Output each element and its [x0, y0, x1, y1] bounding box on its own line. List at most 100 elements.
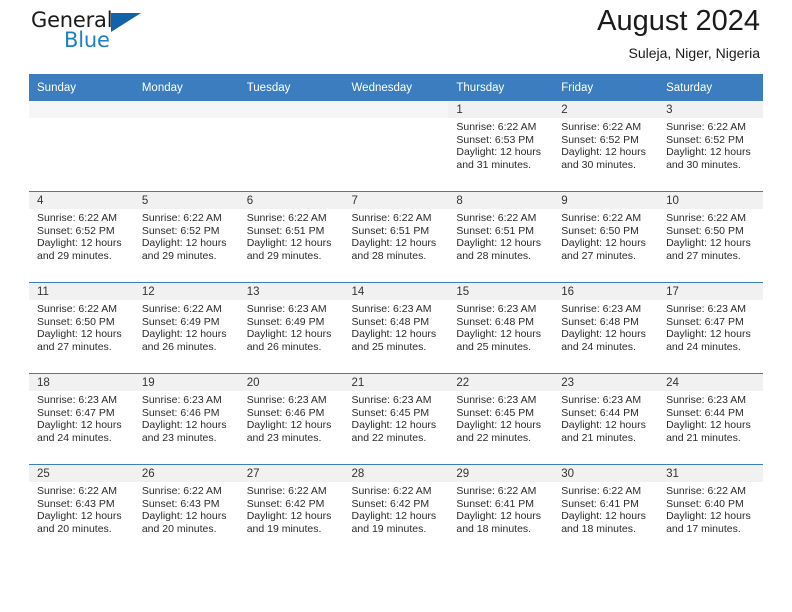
day-number: 22: [448, 374, 554, 391]
day-sun-info: Sunrise: 6:22 AM Sunset: 6:52 PM Daylight:…: [29, 209, 134, 262]
calendar-day-cell[interactable]: 17 Sunrise: 6:23 AM Sunset: 6:47 PM Dayligh…: [658, 283, 763, 373]
calendar-day-cell[interactable]: 13 Sunrise: 6:23 AM Sunset: 6:49 PM Dayligh…: [238, 283, 344, 373]
daylight-text: Daylight: 12 hours and 24 minutes.: [666, 328, 751, 353]
day-sun-info: Sunrise: 6:22 AM Sunset: 6:50 PM Daylight:…: [553, 209, 658, 262]
day-sun-info: Sunrise: 6:22 AM Sunset: 6:50 PM Daylight:…: [29, 300, 134, 353]
calendar-day-cell[interactable]: 3 Sunrise: 6:22 AM Sunset: 6:52 PM Daylight…: [658, 101, 763, 191]
day-cell-inner: 22 Sunrise: 6:23 AM Sunset: 6:45 PM Dayligh…: [448, 374, 554, 463]
daylight-text: Daylight: 12 hours and 17 minutes.: [666, 510, 751, 535]
calendar-day-cell[interactable]: 18 Sunrise: 6:23 AM Sunset: 6:47 PM Dayligh…: [29, 374, 134, 464]
day-sun-info: Sunrise: 6:22 AM Sunset: 6:40 PM Daylight:…: [658, 482, 763, 535]
day-sun-info: Sunrise: 6:23 AM Sunset: 6:47 PM Daylight:…: [658, 300, 763, 353]
calendar-week-row: 1 Sunrise: 6:22 AM Sunset: 6:53 PM Daylight…: [29, 101, 763, 191]
calendar-day-cell[interactable]: 15 Sunrise: 6:23 AM Sunset: 6:48 PM Dayligh…: [448, 283, 554, 373]
sunset-text: Sunset: 6:48 PM: [351, 315, 430, 328]
calendar-day-cell[interactable]: 16 Sunrise: 6:23 AM Sunset: 6:48 PM Dayligh…: [553, 283, 659, 373]
day-sun-info: Sunrise: 6:23 AM Sunset: 6:44 PM Daylight:…: [553, 391, 658, 444]
daylight-text: Daylight: 12 hours and 19 minutes.: [351, 510, 437, 535]
title-block: August 2024 Suleja, Niger, Nigeria: [597, 2, 763, 63]
calendar-day-cell[interactable]: 26 Sunrise: 6:22 AM Sunset: 6:43 PM Dayligh…: [133, 465, 239, 555]
calendar-day-cell[interactable]: 20 Sunrise: 6:23 AM Sunset: 6:46 PM Dayligh…: [238, 374, 344, 464]
day-sun-info: Sunrise: 6:22 AM Sunset: 6:41 PM Daylight:…: [553, 482, 658, 535]
day-cell-inner: 4 Sunrise: 6:22 AM Sunset: 6:52 PM Daylight…: [29, 192, 134, 281]
day-number: 13: [238, 283, 344, 300]
sunrise-text: Sunrise: 6:22 AM: [666, 212, 747, 224]
daylight-text: Daylight: 12 hours and 19 minutes.: [246, 510, 332, 535]
sunset-text: Sunset: 6:50 PM: [666, 224, 744, 237]
day-cell-inner: 7 Sunrise: 6:22 AM Sunset: 6:51 PM Daylight…: [343, 192, 449, 281]
sunrise-text: Sunrise: 6:22 AM: [141, 212, 222, 224]
day-number: 31: [658, 465, 763, 482]
sunset-text: Sunset: 6:44 PM: [561, 406, 639, 419]
sunrise-text: Sunrise: 6:22 AM: [666, 485, 747, 497]
calendar-day-cell[interactable]: 4 Sunrise: 6:22 AM Sunset: 6:52 PM Daylight…: [29, 192, 134, 282]
sunset-text: Sunset: 6:42 PM: [351, 497, 430, 510]
calendar-day-cell[interactable]: 14 Sunrise: 6:23 AM Sunset: 6:48 PM Dayligh…: [343, 283, 449, 373]
calendar-day-cell[interactable]: 12 Sunrise: 6:22 AM Sunset: 6:49 PM Dayligh…: [133, 283, 239, 373]
sunset-text: Sunset: 6:53 PM: [456, 133, 535, 146]
sunrise-text: Sunrise: 6:23 AM: [246, 303, 327, 315]
sunrise-text: Sunrise: 6:22 AM: [37, 212, 117, 224]
sunset-text: Sunset: 6:43 PM: [141, 497, 220, 510]
weekday-header-thursday: Thursday: [448, 74, 554, 101]
sunrise-text: Sunrise: 6:22 AM: [561, 212, 642, 224]
day-sun-info: Sunrise: 6:23 AM Sunset: 6:44 PM Daylight:…: [658, 391, 763, 444]
day-number: 21: [343, 374, 449, 391]
calendar-day-cell[interactable]: 21 Sunrise: 6:23 AM Sunset: 6:45 PM Dayligh…: [343, 374, 449, 464]
daylight-text: Daylight: 12 hours and 29 minutes.: [37, 237, 122, 262]
calendar-day-cell[interactable]: 10 Sunrise: 6:22 AM Sunset: 6:50 PM Dayligh…: [658, 192, 763, 282]
day-sun-info: Sunrise: 6:22 AM Sunset: 6:52 PM Daylight:…: [553, 118, 658, 171]
daylight-text: Daylight: 12 hours and 27 minutes.: [561, 237, 646, 262]
day-number: 3: [658, 101, 763, 118]
daylight-text: Daylight: 12 hours and 21 minutes.: [561, 419, 646, 444]
day-cell-inner: 1 Sunrise: 6:22 AM Sunset: 6:53 PM Daylight…: [448, 101, 554, 190]
calendar-day-cell[interactable]: 2 Sunrise: 6:22 AM Sunset: 6:52 PM Daylight…: [553, 101, 659, 191]
calendar-day-cell: [343, 101, 449, 191]
calendar-day-cell[interactable]: 23 Sunrise: 6:23 AM Sunset: 6:44 PM Dayligh…: [553, 374, 659, 464]
calendar-day-cell[interactable]: 7 Sunrise: 6:22 AM Sunset: 6:51 PM Daylight…: [343, 192, 449, 282]
calendar-day-cell[interactable]: 27 Sunrise: 6:22 AM Sunset: 6:42 PM Dayligh…: [238, 465, 344, 555]
day-cell-inner: [238, 101, 344, 190]
calendar-day-cell[interactable]: 5 Sunrise: 6:22 AM Sunset: 6:52 PM Daylight…: [133, 192, 239, 282]
calendar-day-cell[interactable]: 11 Sunrise: 6:22 AM Sunset: 6:50 PM Dayligh…: [29, 283, 134, 373]
day-cell-inner: 26 Sunrise: 6:22 AM Sunset: 6:43 PM Dayligh…: [133, 465, 239, 554]
sunset-text: Sunset: 6:48 PM: [561, 315, 639, 328]
location-subtitle: Suleja, Niger, Nigeria: [628, 45, 760, 61]
calendar-day-cell[interactable]: 19 Sunrise: 6:23 AM Sunset: 6:46 PM Dayligh…: [133, 374, 239, 464]
sunrise-text: Sunrise: 6:22 AM: [456, 121, 537, 133]
sunrise-text: Sunrise: 6:22 AM: [666, 121, 747, 133]
day-sun-info: Sunrise: 6:22 AM Sunset: 6:51 PM Daylight:…: [239, 209, 344, 262]
day-number: 27: [238, 465, 344, 482]
daylight-text: Daylight: 12 hours and 18 minutes.: [561, 510, 646, 535]
calendar-day-cell[interactable]: 6 Sunrise: 6:22 AM Sunset: 6:51 PM Daylight…: [238, 192, 344, 282]
daylight-text: Daylight: 12 hours and 24 minutes.: [37, 419, 122, 444]
day-sun-info: Sunrise: 6:22 AM Sunset: 6:41 PM Daylight:…: [448, 482, 553, 535]
sunset-text: Sunset: 6:51 PM: [246, 224, 325, 237]
sunrise-text: Sunrise: 6:23 AM: [456, 303, 537, 315]
sunrise-text: Sunrise: 6:23 AM: [141, 394, 222, 406]
calendar-day-cell[interactable]: 1 Sunrise: 6:22 AM Sunset: 6:53 PM Daylight…: [448, 101, 554, 191]
day-cell-inner: [343, 101, 449, 190]
day-number: 12: [133, 283, 239, 300]
general-blue-logo[interactable]: General Blue: [31, 8, 151, 64]
calendar-day-cell[interactable]: 29 Sunrise: 6:22 AM Sunset: 6:41 PM Dayligh…: [448, 465, 554, 555]
calendar-day-cell[interactable]: 8 Sunrise: 6:22 AM Sunset: 6:51 PM Daylight…: [448, 192, 554, 282]
calendar-day-cell[interactable]: 31 Sunrise: 6:22 AM Sunset: 6:40 PM Dayligh…: [658, 465, 763, 555]
day-cell-inner: 27 Sunrise: 6:22 AM Sunset: 6:42 PM Dayligh…: [238, 465, 344, 554]
calendar-day-cell[interactable]: 25 Sunrise: 6:22 AM Sunset: 6:43 PM Dayligh…: [29, 465, 134, 555]
calendar-day-cell[interactable]: 24 Sunrise: 6:23 AM Sunset: 6:44 PM Dayligh…: [658, 374, 763, 464]
calendar-day-cell[interactable]: 22 Sunrise: 6:23 AM Sunset: 6:45 PM Dayligh…: [448, 374, 554, 464]
calendar-day-cell[interactable]: 28 Sunrise: 6:22 AM Sunset: 6:42 PM Dayligh…: [343, 465, 449, 555]
sunset-text: Sunset: 6:51 PM: [351, 224, 430, 237]
sunrise-text: Sunrise: 6:22 AM: [246, 485, 327, 497]
calendar-day-cell[interactable]: 30 Sunrise: 6:22 AM Sunset: 6:41 PM Dayligh…: [553, 465, 659, 555]
calendar-day-cell[interactable]: 9 Sunrise: 6:22 AM Sunset: 6:50 PM Daylight…: [553, 192, 659, 282]
day-sun-info: Sunrise: 6:23 AM Sunset: 6:49 PM Daylight:…: [239, 300, 344, 353]
daylight-text: Daylight: 12 hours and 23 minutes.: [246, 419, 332, 444]
day-number: 25: [29, 465, 134, 482]
sunset-text: Sunset: 6:44 PM: [666, 406, 744, 419]
daylight-text: Daylight: 12 hours and 20 minutes.: [141, 510, 227, 535]
day-sun-info: Sunrise: 6:23 AM Sunset: 6:45 PM Daylight:…: [448, 391, 553, 444]
sunset-text: Sunset: 6:46 PM: [141, 406, 220, 419]
day-sun-info: Sunrise: 6:22 AM Sunset: 6:51 PM Daylight:…: [448, 209, 553, 262]
